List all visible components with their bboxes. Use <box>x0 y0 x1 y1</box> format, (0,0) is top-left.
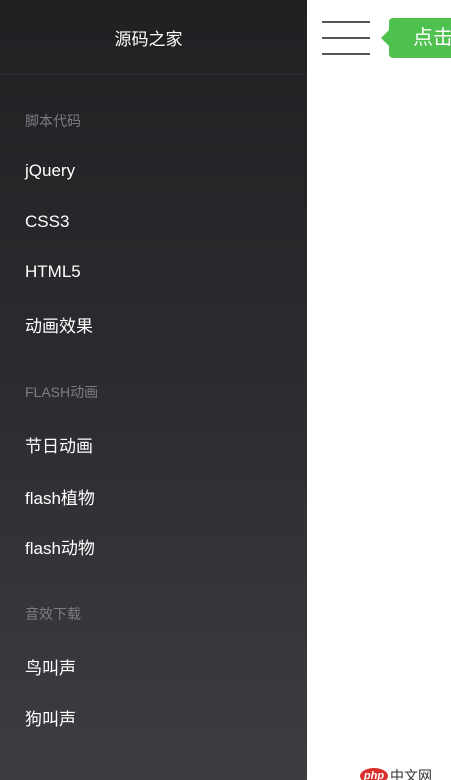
page: 源码之家 脚本代码 jQuery CSS3 HTML5 动画效果 FLASH动画… <box>0 0 451 780</box>
hamburger-bar <box>322 37 370 39</box>
php-logo-icon: php <box>360 768 388 780</box>
nav-item-bird-sounds[interactable]: 鸟叫声 <box>25 654 76 679</box>
click-button[interactable]: 点击 <box>389 18 451 58</box>
watermark: php 中文网 <box>360 766 432 780</box>
sidebar-nav: 源码之家 脚本代码 jQuery CSS3 HTML5 动画效果 FLASH动画… <box>0 0 307 780</box>
section-title-flash: FLASH动画 <box>25 384 99 400</box>
hamburger-bar <box>322 53 370 55</box>
nav-item-html5[interactable]: HTML5 <box>25 262 81 282</box>
hamburger-menu-icon[interactable] <box>322 18 372 58</box>
nav-item-holiday-animation[interactable]: 节日动画 <box>25 432 93 457</box>
tag-arrow-icon <box>381 30 389 46</box>
nav-item-animation-effects[interactable]: 动画效果 <box>25 312 93 337</box>
section-title-sound: 音效下载 <box>25 606 81 622</box>
nav-item-flash-plants[interactable]: flash植物 <box>25 484 95 509</box>
nav-item-dog-sounds[interactable]: 狗叫声 <box>25 705 76 730</box>
nav-item-css3[interactable]: CSS3 <box>25 212 69 232</box>
section-title-scripts: 脚本代码 <box>25 113 81 129</box>
hamburger-bar <box>322 21 370 23</box>
nav-item-flash-animals[interactable]: flash动物 <box>25 534 95 559</box>
watermark-text: 中文网 <box>390 768 432 780</box>
site-brand[interactable]: 源码之家 <box>0 0 307 75</box>
nav-item-jquery[interactable]: jQuery <box>25 161 75 181</box>
